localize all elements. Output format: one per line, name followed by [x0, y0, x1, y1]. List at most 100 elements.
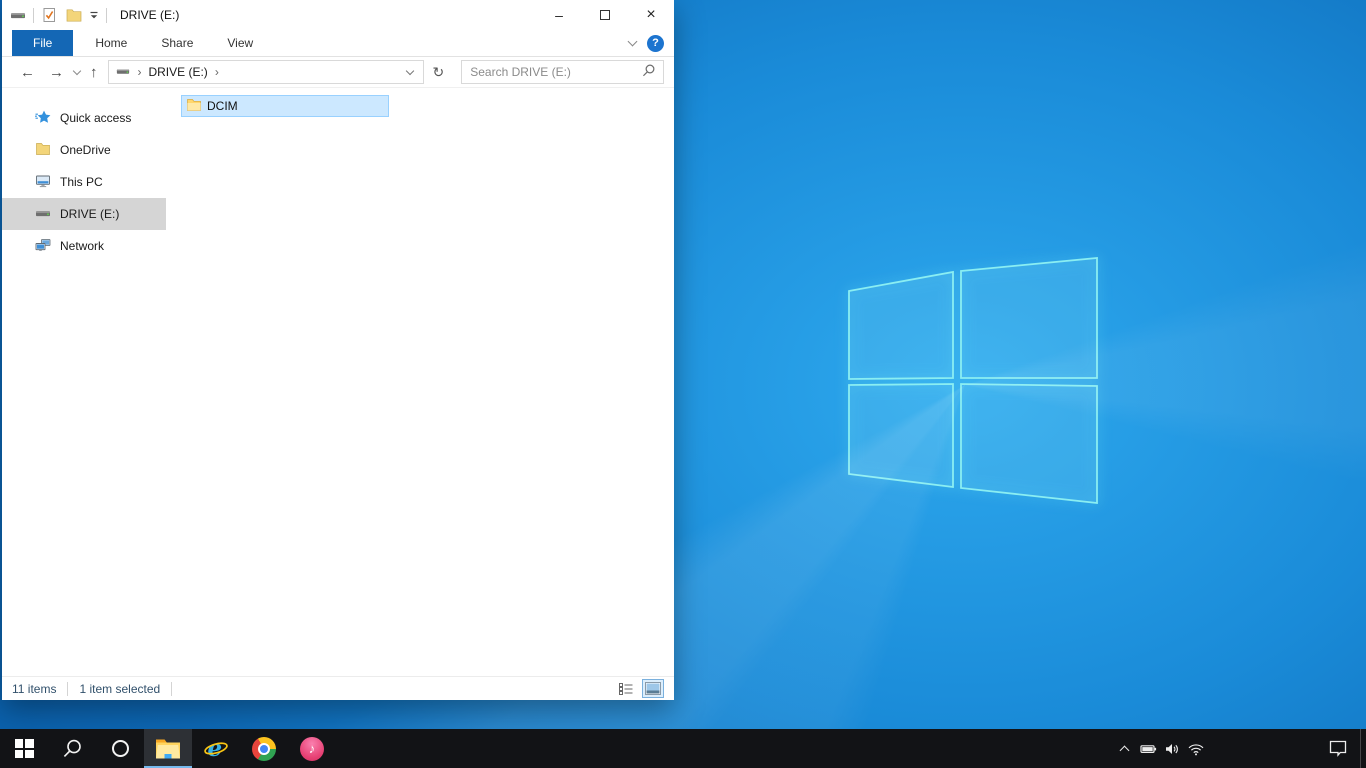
search-icon[interactable] — [641, 63, 656, 81]
status-bar: 11 items 1 item selected — [2, 676, 674, 700]
new-folder-icon[interactable] — [66, 7, 82, 23]
breadcrumb-separator-icon: › — [137, 65, 142, 79]
svg-text:e: e — [208, 736, 223, 762]
volume-icon — [1165, 743, 1178, 754]
ribbon-tab-bar: File Home Share View ? — [2, 30, 674, 57]
selection-count: 1 item selected — [79, 681, 161, 696]
taskbar: e ♪ — [0, 729, 1366, 768]
view-toggle-buttons — [615, 679, 664, 698]
up-button[interactable]: ↑ — [90, 65, 98, 80]
address-dropdown-chevron-icon[interactable] — [406, 66, 415, 76]
details-view-icon — [619, 682, 633, 695]
tab-view[interactable]: View — [210, 30, 270, 56]
taskbar-search-button[interactable] — [48, 729, 96, 768]
show-desktop-button[interactable] — [1360, 729, 1366, 768]
expand-ribbon-chevron-icon[interactable] — [627, 36, 638, 47]
ribbon-right-controls: ? — [627, 30, 674, 56]
tab-file[interactable]: File — [12, 30, 74, 56]
itunes-icon: ♪ — [300, 736, 324, 761]
search-box — [461, 60, 664, 84]
cortana-button[interactable] — [96, 729, 144, 768]
file-explorer-icon — [156, 739, 180, 758]
battery-indicator[interactable] — [1136, 729, 1160, 768]
back-button[interactable]: ← — [20, 65, 35, 80]
minimize-button[interactable]: – — [536, 0, 582, 30]
window-title: DRIVE (E:) — [120, 8, 180, 22]
action-center-icon — [1329, 740, 1347, 757]
cortana-circle-icon — [111, 740, 129, 757]
music-note-icon: ♪ — [308, 741, 316, 756]
quick-access-star-icon — [35, 109, 51, 128]
separator — [171, 681, 173, 696]
separator — [106, 7, 107, 23]
chrome-icon — [252, 736, 276, 761]
customize-qat-caret-icon[interactable] — [89, 10, 99, 20]
folder-icon — [186, 97, 202, 116]
wifi-indicator[interactable] — [1184, 729, 1208, 768]
refresh-button[interactable]: ↻ — [432, 65, 444, 79]
minimize-icon: – — [555, 7, 563, 23]
thumbnail-view-icon — [645, 682, 661, 695]
sidebar-item-label: Network — [60, 239, 105, 253]
file-item-dcim[interactable]: DCIM — [181, 95, 389, 117]
breadcrumb-separator-icon[interactable]: › — [213, 65, 221, 79]
this-pc-icon — [35, 173, 51, 192]
chevron-up-icon — [1119, 745, 1129, 755]
window-controls: – × — [536, 0, 674, 30]
battery-icon — [1139, 744, 1156, 753]
sidebar-item-label: Quick access — [60, 111, 132, 125]
close-icon: × — [646, 6, 656, 23]
properties-icon[interactable] — [41, 7, 57, 23]
navigation-bar: ← → ↑ › DRIVE (E:) › ↻ — [2, 57, 674, 88]
forward-button[interactable]: → — [49, 65, 64, 80]
sidebar-item-onedrive[interactable]: OneDrive — [2, 134, 166, 166]
separator — [33, 7, 34, 23]
network-icon — [35, 237, 51, 256]
sidebar-item-network[interactable]: Network — [2, 230, 166, 262]
system-tray — [1112, 729, 1208, 768]
sidebar-item-quick-access[interactable]: Quick access — [2, 102, 166, 134]
volume-indicator[interactable] — [1160, 729, 1184, 768]
breadcrumb-location[interactable]: DRIVE (E:) — [148, 65, 207, 79]
help-icon[interactable]: ? — [647, 34, 664, 52]
maximize-icon — [600, 10, 610, 20]
action-center-button[interactable] — [1316, 729, 1360, 768]
chrome-button[interactable] — [240, 729, 288, 768]
file-explorer-window: DRIVE (E:) – × File Home Share View ? ← … — [2, 0, 674, 700]
internet-explorer-button[interactable]: e — [192, 729, 240, 768]
file-list[interactable]: DCIM — [166, 88, 674, 676]
sidebar-item-label: This PC — [60, 175, 103, 189]
windows-start-icon — [14, 739, 34, 758]
maximize-button[interactable] — [582, 0, 628, 30]
sidebar-item-label: OneDrive — [60, 143, 111, 157]
sidebar-item-drive-e[interactable]: DRIVE (E:) — [2, 198, 166, 230]
navigation-pane: Quick access OneDrive This PC DRIVE (E:)… — [2, 88, 166, 676]
taskbar-file-explorer-button[interactable] — [144, 729, 192, 768]
onedrive-folder-icon — [35, 141, 51, 160]
file-name: DCIM — [207, 99, 238, 113]
thumbnail-view-button[interactable] — [642, 679, 664, 698]
sidebar-item-label: DRIVE (E:) — [60, 207, 120, 221]
tab-share[interactable]: Share — [144, 30, 210, 56]
hidden-icons-chevron-button[interactable] — [1112, 729, 1136, 768]
title-bar: DRIVE (E:) – × — [2, 0, 674, 30]
search-input[interactable] — [470, 65, 641, 79]
tab-home[interactable]: Home — [78, 30, 144, 56]
sidebar-item-this-pc[interactable]: This PC — [2, 166, 166, 198]
details-view-button[interactable] — [615, 679, 637, 698]
items-count: 11 items — [12, 681, 57, 696]
window-body: Quick access OneDrive This PC DRIVE (E:)… — [2, 88, 674, 676]
wifi-icon — [1188, 743, 1204, 755]
close-button[interactable]: × — [628, 0, 674, 30]
address-bar[interactable]: › DRIVE (E:) › — [108, 60, 425, 84]
windows-logo-wallpaper — [848, 257, 1098, 505]
itunes-button[interactable]: ♪ — [288, 729, 336, 768]
drive-icon — [35, 205, 51, 224]
separator — [67, 681, 69, 696]
drive-icon — [10, 7, 26, 23]
recent-locations-chevron-icon[interactable] — [72, 66, 82, 76]
drive-icon — [116, 64, 130, 81]
search-icon — [63, 739, 81, 757]
start-button[interactable] — [0, 729, 48, 768]
internet-explorer-icon: e — [204, 736, 228, 762]
